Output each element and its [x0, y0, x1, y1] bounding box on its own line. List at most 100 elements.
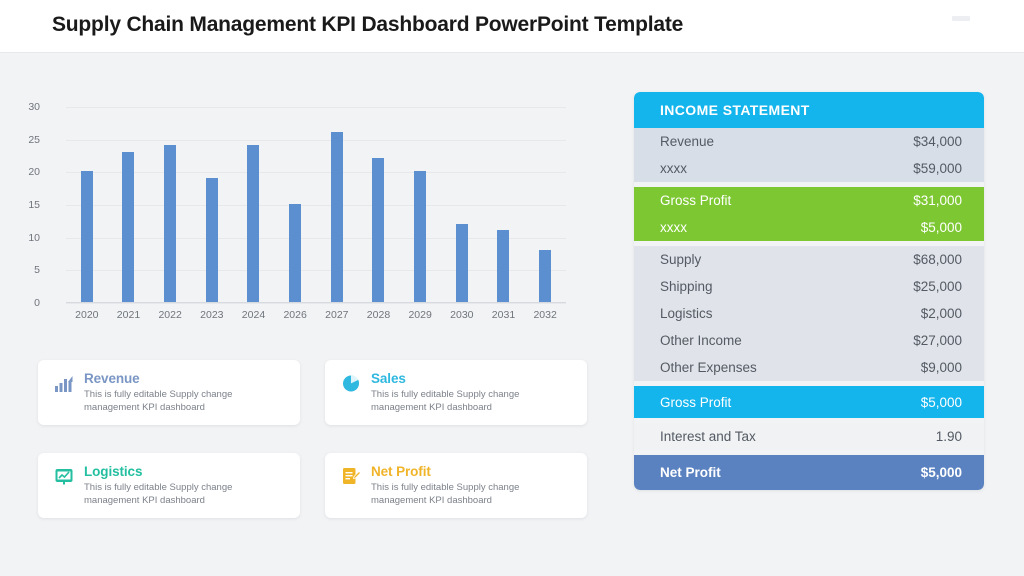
chart-bar-slot[interactable]	[66, 107, 108, 302]
chart-plot-area: 30 25 20 15 10 5 0	[28, 101, 566, 309]
x-axis-tick-label: 2024	[241, 309, 266, 321]
income-statement-row[interactable]: Other Expenses $9,000	[634, 354, 984, 381]
income-row-label: xxxx	[660, 220, 687, 235]
x-axis-tick-label: 2031	[491, 309, 516, 321]
chart-bar-slot[interactable]	[358, 107, 400, 302]
document-edit-icon	[341, 466, 362, 486]
chart-bar-slot[interactable]	[441, 107, 483, 302]
income-row-value: $9,000	[920, 360, 962, 375]
chart-bar[interactable]	[372, 158, 385, 302]
chart-bar[interactable]	[539, 249, 552, 302]
income-row-value: $59,000	[913, 161, 962, 176]
income-row-label: Logistics	[660, 306, 713, 321]
x-axis-tick-label: 2027	[325, 309, 349, 321]
chart-bar-slot[interactable]	[524, 107, 566, 302]
income-statement-panel: INCOME STATEMENT Revenue $34,000 xxxx $59,0…	[634, 92, 984, 490]
income-row-value: $31,000	[913, 193, 962, 208]
kpi-card-description: This is fully editable Supply change man…	[84, 389, 233, 413]
income-statement-body: Revenue $34,000 xxxx $59,000 Gross Profit $31…	[634, 128, 984, 490]
chart-bar[interactable]	[455, 223, 468, 302]
pie-chart-icon	[341, 373, 361, 393]
chart-bar-slot[interactable]	[399, 107, 441, 302]
chart-bar[interactable]	[205, 177, 218, 302]
income-statement-row[interactable]: Net Profit $5,000	[634, 455, 984, 490]
income-row-label: Revenue	[660, 134, 715, 149]
income-statement-title: INCOME STATEMENT	[660, 102, 810, 118]
income-row-label: Gross Profit	[660, 394, 732, 410]
income-statement-row[interactable]: Gross Profit $31,000	[634, 187, 984, 214]
chart-bar-slot[interactable]	[191, 107, 233, 302]
income-statement-row[interactable]: xxxx $59,000	[634, 155, 984, 182]
income-row-value: $2,000	[920, 306, 962, 321]
chart-bar[interactable]	[164, 145, 177, 302]
chart-gridline	[66, 303, 566, 304]
y-axis-tick-label: 25	[28, 133, 40, 146]
chart-bar[interactable]	[330, 132, 343, 302]
chart-bar-slot[interactable]	[233, 107, 275, 302]
chart-bar[interactable]	[289, 204, 302, 302]
presentation-chart-icon	[54, 466, 74, 486]
chart-bar-slot[interactable]	[274, 107, 316, 302]
slide-canvas: Supply Chain Management KPI Dashboard Po…	[0, 0, 1024, 576]
income-statement-row[interactable]: Logistics $2,000	[634, 300, 984, 327]
page-title: Supply Chain Management KPI Dashboard Po…	[52, 13, 684, 36]
income-statement-row[interactable]: Revenue $34,000	[634, 128, 984, 155]
income-row-label: Shipping	[660, 279, 713, 294]
chart-bar[interactable]	[122, 151, 135, 302]
x-axis-tick-label: 2020	[75, 309, 99, 321]
bar-chart-growth-icon	[54, 373, 74, 393]
chart-bar-slot[interactable]	[108, 107, 150, 302]
income-row-label: Net Profit	[660, 465, 721, 480]
revenue-bar-chart: 30 25 20 15 10 5 0 2020 2021 2022 2023 2024 2026 202…	[24, 95, 580, 340]
income-statement-block: Revenue $34,000 xxxx $59,000	[634, 128, 984, 182]
x-axis-tick-label: 2029	[408, 309, 432, 321]
income-statement-block: Gross Profit $31,000 xxxx $5,000	[634, 187, 984, 241]
income-row-value: $25,000	[913, 279, 962, 294]
income-statement-block: Interest and Tax 1.90	[634, 423, 984, 450]
income-row-value: $68,000	[913, 252, 962, 267]
income-statement-row[interactable]: Other Income $27,000	[634, 327, 984, 354]
y-axis-tick-label: 0	[34, 297, 40, 309]
income-statement-row[interactable]: Shipping $25,000	[634, 273, 984, 300]
income-statement-row[interactable]: Supply $68,000	[634, 246, 984, 273]
y-axis-tick-label: 30	[28, 101, 40, 113]
y-axis-tick-label: 10	[28, 231, 40, 244]
chart-bar-slot[interactable]	[483, 107, 525, 302]
x-axis-tick-label: 2026	[283, 309, 307, 321]
income-statement-header: INCOME STATEMENT	[634, 92, 984, 128]
kpi-card-description: This is fully editable Supply change man…	[84, 482, 233, 506]
chart-bar[interactable]	[414, 171, 427, 302]
y-axis-tick-label: 15	[28, 199, 40, 211]
income-statement-row[interactable]: Interest and Tax 1.90	[634, 423, 984, 450]
income-statement-row[interactable]: Gross Profit $5,000	[634, 386, 984, 418]
income-row-value: $34,000	[913, 134, 962, 149]
income-row-label: xxxx	[660, 161, 687, 176]
income-statement-block: Net Profit $5,000	[634, 455, 984, 490]
kpi-card-revenue[interactable]: Revenue This is fully editable Supply cha…	[38, 360, 300, 425]
chart-bar[interactable]	[497, 230, 510, 302]
kpi-card-title: Sales	[371, 371, 406, 386]
income-row-value: $5,000	[920, 465, 962, 480]
kpi-card-title: Revenue	[84, 371, 140, 386]
chart-bar[interactable]	[80, 171, 93, 302]
y-axis-tick-label: 5	[34, 264, 40, 277]
x-axis-tick-label: 2023	[200, 309, 224, 321]
income-row-value: $5,000	[920, 394, 962, 410]
chart-bar-slot[interactable]	[316, 107, 358, 302]
kpi-card-title: Net Profit	[371, 464, 431, 479]
income-row-value: $5,000	[920, 220, 962, 235]
chart-bar-slot[interactable]	[149, 107, 191, 302]
y-axis-tick-label: 20	[28, 166, 40, 179]
x-axis-tick-label: 2032	[533, 309, 557, 321]
kpi-card-net-profit[interactable]: Net Profit This is fully editable Supply …	[325, 453, 587, 518]
income-row-label: Other Expenses	[660, 360, 757, 375]
x-axis-tick-label: 2022	[158, 309, 182, 321]
income-statement-row[interactable]: xxxx $5,000	[634, 214, 984, 241]
header-artifact	[952, 16, 970, 21]
income-row-value: $27,000	[913, 333, 962, 348]
kpi-card-logistics[interactable]: Logistics This is fully editable Supply c…	[38, 453, 300, 518]
income-row-label: Supply	[660, 252, 702, 267]
income-row-label: Interest and Tax	[660, 429, 756, 444]
kpi-card-sales[interactable]: Sales This is fully editable Supply chang…	[325, 360, 587, 425]
chart-bar[interactable]	[247, 145, 260, 302]
